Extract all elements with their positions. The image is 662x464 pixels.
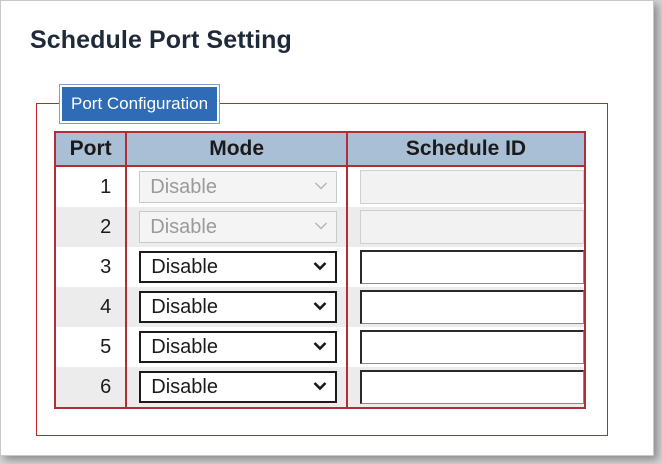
mode-select-port-2: Disable [139, 211, 338, 243]
table-header-row: Port Mode Schedule ID [53, 131, 586, 167]
mode-select-port-4[interactable]: Disable [139, 291, 338, 323]
mode-select-port-6[interactable]: Disable [139, 371, 338, 403]
table-row: 5 Disable [55, 327, 585, 367]
chevron-down-icon [314, 178, 328, 196]
mode-select-value: Disable [150, 175, 217, 198]
chevron-down-icon [313, 258, 327, 276]
port-number: 5 [100, 335, 112, 358]
mode-select-port-5[interactable]: Disable [139, 331, 338, 363]
mode-select-value: Disable [151, 335, 218, 358]
port-number: 1 [100, 175, 112, 198]
schedule-id-input-port-1 [360, 170, 584, 204]
port-configuration-legend: Port Configuration [58, 84, 221, 124]
mode-select-port-3[interactable]: Disable [139, 251, 338, 283]
schedule-id-input-port-2 [360, 210, 584, 244]
chevron-down-icon [314, 218, 328, 236]
schedule-id-input-port-5[interactable] [360, 330, 584, 364]
port-number: 4 [55, 287, 127, 327]
port-column-header: Port [53, 131, 128, 167]
mode-select-port-1: Disable [139, 171, 338, 203]
port-number: 3 [100, 255, 112, 278]
table-row: 4 Disable [55, 287, 585, 327]
port-number: 6 [55, 367, 127, 408]
table-row: 3 Disable [55, 247, 585, 287]
table-row: 1 Disable [55, 166, 585, 207]
schedule-id-input-port-4[interactable] [360, 290, 584, 324]
mode-select-value: Disable [151, 375, 218, 398]
schedule-id-column-header: Schedule ID [346, 131, 586, 167]
schedule-id-input-port-3[interactable] [360, 250, 584, 284]
table-row: 2 Disable [55, 207, 585, 247]
table-row: 6 Disable [55, 367, 585, 408]
chevron-down-icon [313, 378, 327, 396]
port-number: 2 [55, 207, 127, 247]
schedule-id-input-port-6[interactable] [360, 370, 584, 404]
chevron-down-icon [313, 338, 327, 356]
mode-select-value: Disable [151, 255, 218, 278]
chevron-down-icon [313, 298, 327, 316]
port-schedule-table: Port Mode Schedule ID 1 Disable 2 Disabl… [53, 131, 586, 409]
mode-select-value: Disable [151, 295, 218, 318]
mode-select-value: Disable [150, 215, 217, 238]
page-title: Schedule Port Setting [30, 26, 292, 54]
mode-column-header: Mode [125, 131, 348, 167]
